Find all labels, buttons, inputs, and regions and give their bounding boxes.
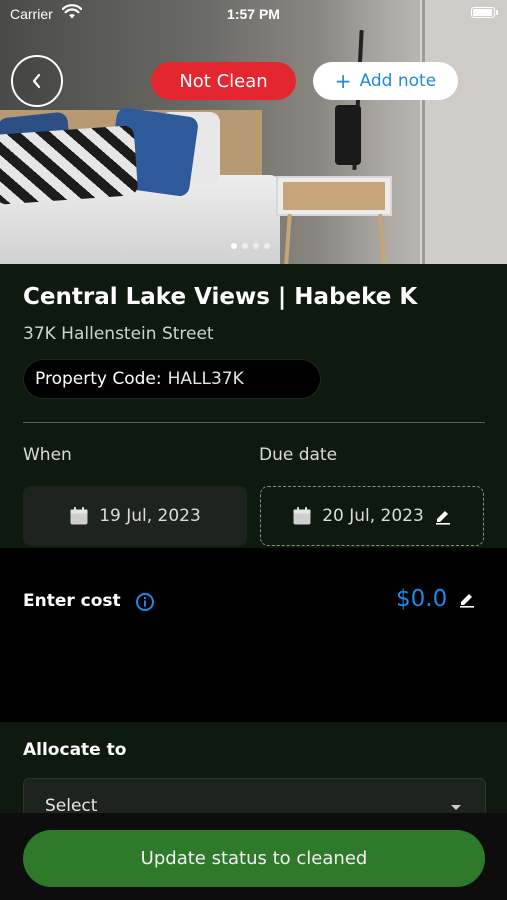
property-address: 37K Hallenstein Street [23,324,214,344]
divider [23,422,485,423]
property-code-chip: Property Code: HALL37K [23,359,321,399]
photo-leg [284,213,292,264]
due-date-label: Due date [259,445,338,465]
property-code-label: Property Code: [35,369,162,389]
carousel-dot[interactable] [253,243,259,249]
status-badge[interactable]: Not Clean [151,62,296,100]
property-photo[interactable] [0,0,507,264]
cost-row: Enter cost $0.0 [0,548,507,653]
carousel-dot[interactable] [231,243,237,249]
chevron-left-icon [32,73,41,89]
bottom-bar: Update status to cleaned [0,813,507,900]
caret-down-icon [451,805,461,810]
property-code-value: HALL37K [167,369,244,389]
add-note-button[interactable]: + Add note [313,62,458,100]
back-button[interactable] [11,55,63,107]
photo-pillow [0,125,139,205]
calendar-icon [70,507,88,525]
property-title: Central Lake Views | Habeke K [23,284,418,310]
clock: 1:57 PM [227,6,280,22]
photo-drawer [283,182,385,210]
carousel-dot[interactable] [242,243,248,249]
when-date-field[interactable]: 19 Jul, 2023 [23,486,247,546]
photo-door [425,0,507,264]
cost-label: Enter cost [23,591,121,611]
when-date-value: 19 Jul, 2023 [99,506,201,526]
allocate-section: Allocate to Select [0,722,507,828]
due-date-value: 20 Jul, 2023 [322,506,424,526]
carousel-indicator[interactable] [231,243,270,249]
carousel-dot[interactable] [264,243,270,249]
when-label: When [23,445,72,465]
photo-lamp [335,105,361,165]
property-info: Central Lake Views | Habeke K 37K Hallen… [0,264,507,548]
status-bar: Carrier 1:57 PM [0,0,507,28]
pencil-icon[interactable] [434,507,452,525]
battery-fill [473,9,492,16]
calendar-icon [293,507,311,525]
due-date-field[interactable]: 20 Jul, 2023 [260,486,484,546]
cost-value[interactable]: $0.0 [396,586,447,612]
update-status-button[interactable]: Update status to cleaned [23,830,485,887]
allocate-label: Allocate to [23,740,127,760]
info-icon[interactable] [135,592,155,612]
pencil-icon[interactable] [458,590,476,608]
battery-icon [471,7,498,18]
add-note-label: Add note [359,71,437,91]
plus-icon: + [334,69,352,93]
